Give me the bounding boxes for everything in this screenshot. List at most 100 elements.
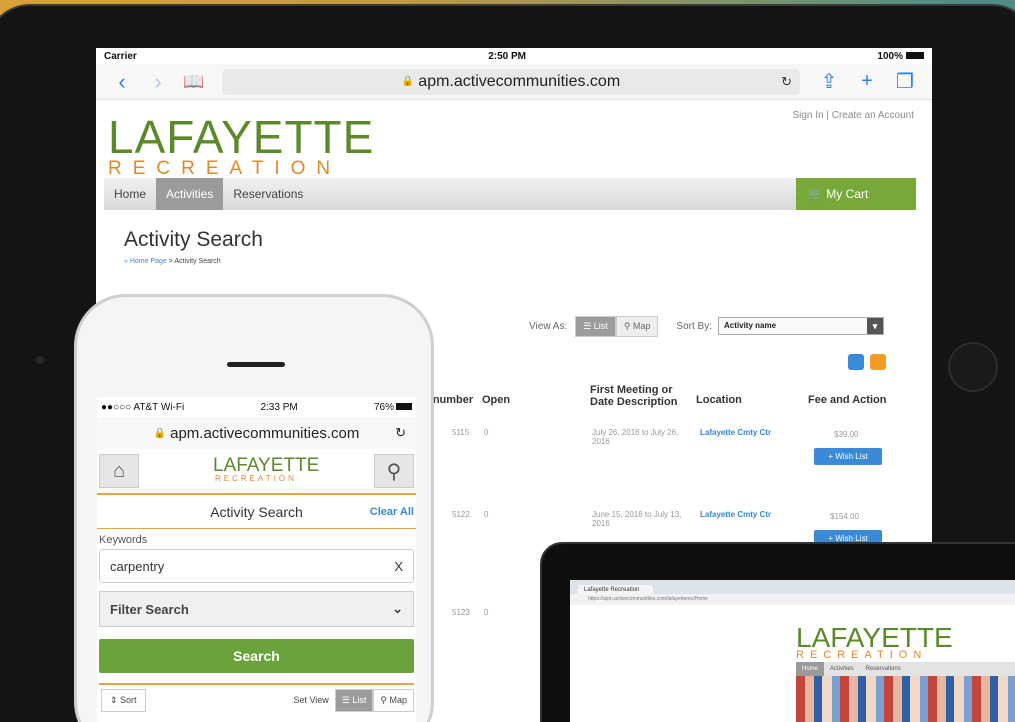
address-text: apm.activecommunities.com	[418, 72, 621, 90]
iphone-speaker	[227, 362, 285, 367]
iphone-lock-icon: 🔒	[153, 427, 167, 439]
iphone-battery: 76%	[374, 402, 412, 413]
site-logo[interactable]: LAFAYETTE	[108, 110, 374, 164]
site-header: LAFAYETTE RECREATION Sign In | Create an…	[96, 100, 932, 179]
safari-toolbar: ‹ › 📖 🔒 apm.activecommunities.com ↻ ⇪ + …	[96, 64, 932, 100]
filter-search-dropdown[interactable]: Filter Search ⌄	[99, 591, 414, 627]
new-tab-plus-icon[interactable]: +	[848, 70, 886, 93]
row2-fee: $154.00	[830, 512, 859, 521]
mobile-header: ⌂ LAFAYETTE RECREATION ⚲	[97, 449, 416, 495]
row3-open: 0	[484, 608, 489, 617]
sort-button[interactable]: ⇕ Sort	[101, 688, 146, 712]
mobile-view-map-button[interactable]: ⚲ Map	[373, 688, 414, 712]
results-controls: ⇕ Sort Set View ☰ List ⚲ Map	[97, 685, 416, 715]
address-bar[interactable]: 🔒 apm.activecommunities.com ↻	[222, 68, 800, 95]
keywords-input[interactable]: carpentry X	[99, 549, 414, 583]
row2-number: 5122	[452, 510, 470, 519]
nav-home[interactable]: Home	[104, 178, 156, 210]
browser-tab[interactable]: Lafayette Recreation	[578, 585, 654, 594]
share-icon[interactable]: ⇪	[810, 69, 848, 94]
laptop-site-logo-sub: RECREATION	[796, 649, 928, 661]
clock: 2:50 PM	[488, 50, 527, 62]
iphone-clock: 2:33 PM	[260, 401, 298, 413]
iphone-screen: ●●○○○ AT&T Wi-Fi 2:33 PM 76% 🔒 apm.activ…	[97, 397, 416, 722]
view-toggle: ☰ List ⚲ Map	[575, 315, 659, 337]
sort-select[interactable]: Activity name	[718, 317, 884, 335]
iphone-device: ●●○○○ AT&T Wi-Fi 2:33 PM 76% 🔒 apm.activ…	[74, 294, 434, 722]
chevron-down-icon: ⌄	[392, 601, 403, 616]
tabs-icon[interactable]: ❐	[886, 69, 924, 94]
laptop-screen: Lafayette Recreation https://apm.activec…	[570, 580, 1015, 722]
nav-reservations[interactable]: Reservations	[223, 178, 313, 210]
browser-tabs: Lafayette Recreation	[570, 580, 1015, 594]
battery-icon	[906, 52, 924, 60]
view-list-button[interactable]: ☰ List	[575, 315, 616, 337]
ipad-status-bar: Carrier 2:50 PM 100%	[96, 48, 932, 64]
iphone-status-bar: ●●○○○ AT&T Wi-Fi 2:33 PM 76%	[97, 397, 416, 417]
search-icon[interactable]: ⚲	[374, 454, 414, 488]
row1-open: 0	[484, 428, 489, 437]
keywords-label: Keywords	[99, 534, 148, 546]
row2-location[interactable]: Lafayette Cmty Ctr	[700, 510, 771, 519]
laptop-nav-activities[interactable]: Activities	[824, 666, 860, 672]
main-nav: Home Activities Reservations 🛒 My Cart	[104, 178, 916, 210]
row2-open: 0	[484, 510, 489, 519]
breadcrumb-current: > Activity Search	[168, 258, 221, 265]
view-map-button[interactable]: ⚲ Map	[615, 315, 659, 337]
mobile-page-title: Activity Search	[210, 503, 303, 520]
set-view-label: Set View	[293, 695, 329, 705]
account-links[interactable]: Sign In | Create an Account	[792, 110, 914, 121]
filter-search-label: Filter Search	[110, 601, 189, 617]
col-open: Open	[482, 394, 511, 406]
laptop-address-bar[interactable]: https://apm.activecommunities.com/lafaye…	[570, 594, 1015, 605]
mobile-view-list-button[interactable]: ☰ List	[334, 688, 374, 712]
ipad-camera	[36, 356, 44, 364]
col-location: Location	[696, 394, 742, 406]
row1-date: July 26, 2016 to July 26, 2016	[592, 428, 679, 446]
cart-icon: 🛒	[808, 187, 827, 201]
iphone-address-text: apm.activecommunities.com	[170, 424, 360, 442]
ipad-home-button[interactable]	[948, 342, 998, 392]
back-arrow-icon[interactable]: ‹	[104, 69, 140, 95]
nav-activities[interactable]: Activities	[156, 178, 224, 210]
rss-icon[interactable]	[870, 354, 886, 370]
my-cart-button[interactable]: 🛒 My Cart	[796, 178, 916, 210]
carrier-label: Carrier	[104, 50, 137, 62]
laptop-nav: Home Activities Reservations	[796, 662, 1015, 676]
laptop-nav-home[interactable]: Home	[796, 662, 825, 676]
row1-location[interactable]: Lafayette Cmty Ctr	[700, 428, 771, 437]
laptop-nav-reservations[interactable]: Reservations	[860, 666, 907, 672]
iphone-reload-icon[interactable]: ↻	[395, 425, 406, 441]
row2-date: June 15, 2016 to July 13, 2016	[592, 510, 682, 528]
set-view: Set View ☰ List ⚲ Map	[293, 688, 414, 712]
view-as-label: View As:	[529, 320, 568, 332]
reload-icon[interactable]: ↻	[781, 74, 792, 90]
page-title: Activity Search	[124, 228, 263, 251]
sort-by-label: Sort By:	[676, 320, 712, 332]
bookmarks-icon[interactable]: 📖	[176, 72, 212, 92]
site-logo-sub: RECREATION	[108, 158, 342, 179]
laptop-device: Lafayette Recreation https://apm.activec…	[540, 542, 1015, 722]
keywords-value: carpentry	[110, 558, 165, 574]
lock-icon: 🔒	[401, 76, 415, 87]
forward-arrow-icon[interactable]: ›	[140, 69, 176, 95]
row1-number: 5115	[452, 428, 470, 437]
col-first-meeting: First Meeting or Date Description	[590, 384, 678, 408]
breadcrumb-home[interactable]: » Home Page	[124, 258, 167, 265]
battery-indicator: 100%	[877, 51, 924, 62]
hero-photo	[796, 676, 1015, 722]
home-icon[interactable]: ⌂	[99, 454, 139, 488]
breadcrumb: » Home Page > Activity Search	[124, 258, 932, 265]
search-button[interactable]: Search	[99, 639, 414, 673]
iphone-address-bar[interactable]: 🔒 apm.activecommunities.com ↻	[97, 417, 416, 449]
mobile-site-logo-sub: RECREATION	[215, 474, 297, 483]
iphone-carrier: ●●○○○ AT&T Wi-Fi	[101, 401, 185, 413]
calendar-feed-icon[interactable]	[848, 354, 864, 370]
row1-wishlist-button[interactable]: + Wish List	[814, 448, 882, 465]
col-fee: Fee and Action	[808, 394, 887, 406]
row3-number: 5123	[452, 608, 470, 617]
clear-input-icon[interactable]: X	[394, 559, 403, 574]
mobile-view-toggle: ☰ List ⚲ Map	[334, 688, 414, 712]
iphone-battery-icon	[396, 403, 412, 411]
clear-all-link[interactable]: Clear All	[370, 506, 414, 518]
